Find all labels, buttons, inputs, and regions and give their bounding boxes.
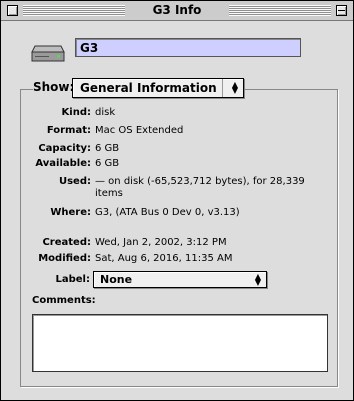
hard-disk-icon <box>31 45 65 62</box>
show-label: Show: <box>33 80 78 94</box>
title-bar[interactable]: G3 Info <box>1 1 353 21</box>
format-value: Mac OS Extended <box>95 125 184 136</box>
label-popup-value: None <box>100 273 133 286</box>
popup-separator <box>222 79 223 97</box>
show-popup-menu[interactable]: General Information ▲ ▼ <box>72 78 244 98</box>
modified-value: Sat, Aug 6, 2016, 11:35 AM <box>95 253 233 264</box>
kind-value: disk <box>95 107 116 118</box>
label-popup-menu[interactable]: None ▲ ▼ <box>93 271 267 288</box>
comments-label: Comments: <box>32 295 96 306</box>
available-value: 6 GB <box>95 158 120 169</box>
where-value: G3, (ATA Bus 0 Dev 0, v3.13) <box>95 207 240 218</box>
where-label: Where: <box>50 207 91 218</box>
created-label: Created: <box>42 237 91 248</box>
format-label: Format: <box>46 125 91 136</box>
window-title: G3 Info <box>1 3 353 17</box>
created-value: Wed, Jan 2, 2002, 3:12 PM <box>95 237 227 248</box>
used-label: Used: <box>58 176 91 187</box>
used-value: — on disk (-65,523,712 bytes), for 28,33… <box>95 176 305 199</box>
kind-label: Kind: <box>61 107 91 118</box>
capacity-value: 6 GB <box>95 143 120 154</box>
show-popup-value: General Information <box>80 81 217 95</box>
capacity-label: Capacity: <box>38 143 91 154</box>
available-label: Available: <box>35 158 91 169</box>
modified-label: Modified: <box>38 253 91 264</box>
name-field[interactable]: G3 <box>75 38 301 57</box>
comments-textarea[interactable] <box>32 314 328 372</box>
up-down-arrows-icon: ▲ ▼ <box>231 80 238 95</box>
info-window: G3 Info G3 Show: General Information ▲ ▼ … <box>0 0 354 401</box>
up-down-arrows-icon: ▲ ▼ <box>254 271 261 287</box>
label-label: Label: <box>55 274 91 285</box>
